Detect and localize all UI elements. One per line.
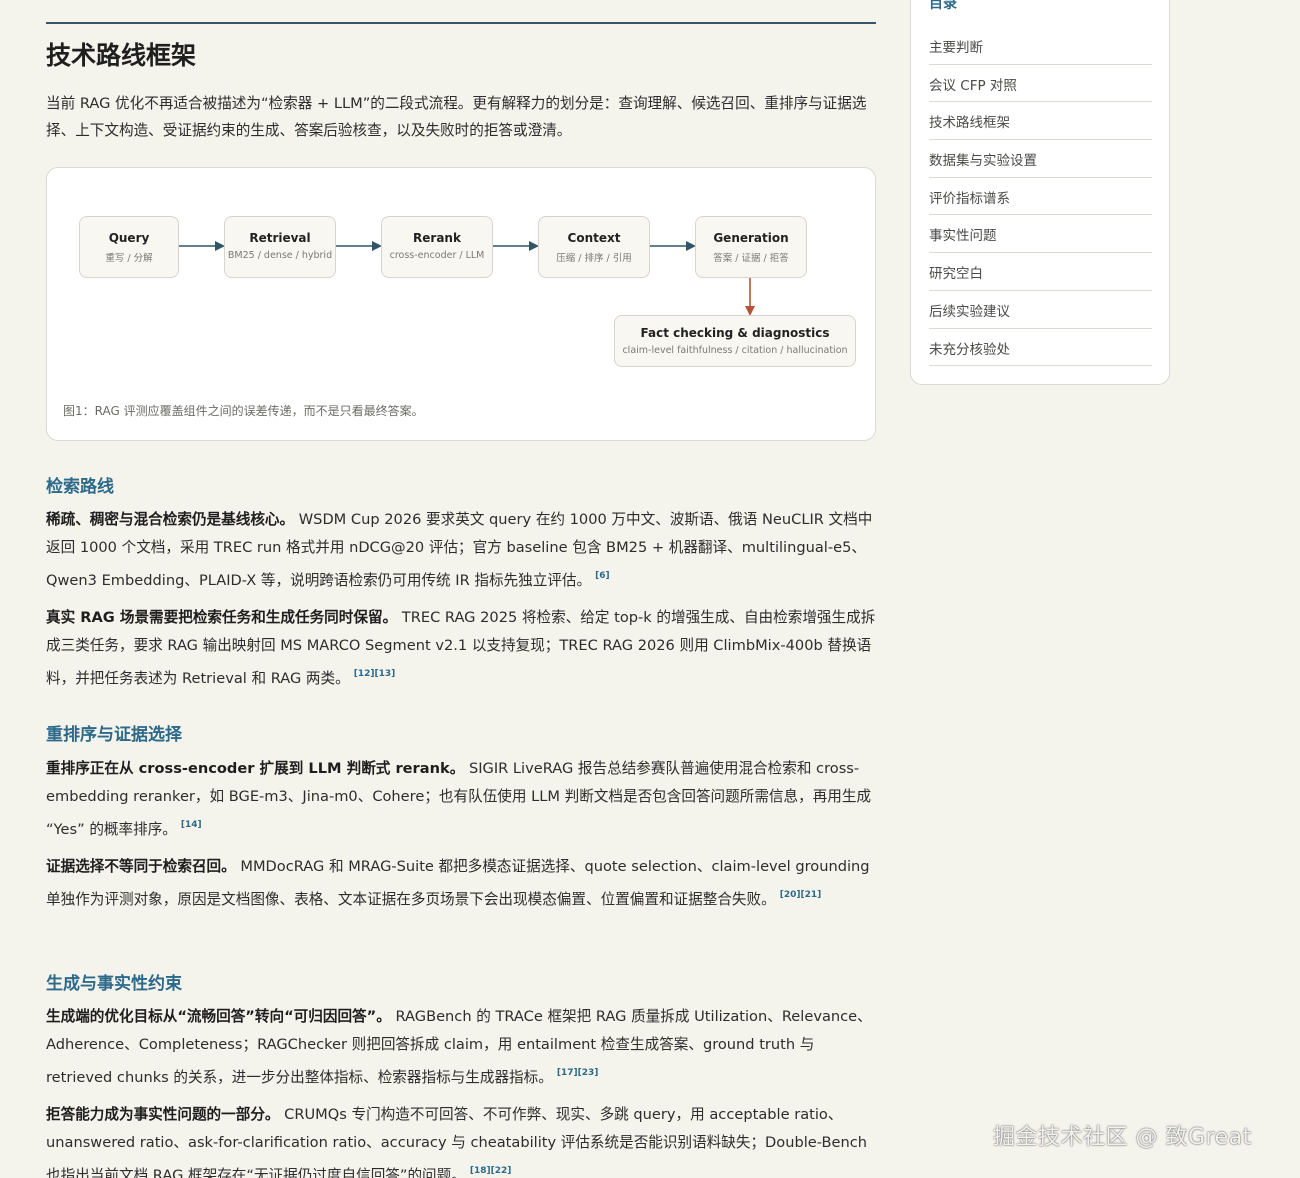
subsection-title-generation: 生成与事实性约束 bbox=[46, 974, 182, 994]
node-title: Query bbox=[108, 231, 150, 245]
node-subtitle: cross-encoder / LLM bbox=[389, 250, 485, 261]
node-subtitle: 压缩 / 排序 / 引用 bbox=[556, 253, 632, 264]
node-title: Context bbox=[567, 231, 621, 245]
toc-title: 目录 bbox=[929, 0, 957, 12]
node-subtitle: BM25 / dense / hybrid bbox=[227, 250, 333, 261]
pipeline-arrows bbox=[179, 241, 755, 316]
toc-item[interactable]: 主要判断 bbox=[929, 27, 1152, 65]
citation-link[interactable]: [18][22] bbox=[470, 1166, 512, 1176]
node-subtitle: 重写 / 分解 bbox=[105, 253, 153, 264]
node-title: Rerank bbox=[413, 231, 461, 245]
section-intro: 当前 RAG 优化不再适合被描述为“检索器 + LLM”的二段式流程。更有解释力… bbox=[46, 95, 867, 139]
node-title: Generation bbox=[713, 231, 789, 245]
paragraph-lead: 证据选择不等同于检索召回。 bbox=[46, 858, 236, 875]
node-rerank: Rerank cross-encoder / LLM bbox=[381, 216, 493, 278]
paragraph: 拒答能力成为事实性问题的一部分。 CRUMQs 专门构造不可回答、不可作弊、现实… bbox=[46, 1101, 876, 1178]
toc-list: 主要判断 会议 CFP 对照 技术路线框架 数据集与实验设置 评价指标谱系 事实… bbox=[929, 27, 1152, 367]
toc-item[interactable]: 研究空白 bbox=[929, 253, 1152, 291]
section-divider bbox=[46, 22, 876, 24]
toc-item[interactable]: 评价指标谱系 bbox=[929, 178, 1152, 216]
paragraph-lead: 真实 RAG 场景需要把检索任务和生成任务同时保留。 bbox=[46, 609, 398, 626]
table-of-contents: 目录 主要判断 会议 CFP 对照 技术路线框架 数据集与实验设置 评价指标谱系… bbox=[910, 0, 1170, 385]
paragraph-lead: 生成端的优化目标从“流畅回答”转向“可归因回答”。 bbox=[46, 1008, 391, 1025]
subsection-title-rerank: 重排序与证据选择 bbox=[46, 725, 182, 745]
node-generation: Generation 答案 / 证据 / 拒答 bbox=[695, 216, 807, 278]
paragraph: 稀疏、稠密与混合检索仍是基线核心。 WSDM Cup 2026 要求英文 que… bbox=[46, 506, 876, 595]
node-fact-checking: Fact checking & diagnostics claim-level … bbox=[614, 315, 856, 367]
paragraph-lead: 拒答能力成为事实性问题的一部分。 bbox=[46, 1106, 280, 1123]
watermark: 掘金技术社区 @ 致Great bbox=[993, 1125, 1252, 1150]
toc-item[interactable]: 技术路线框架 bbox=[929, 102, 1152, 141]
figure-caption: 图1：RAG 评测应覆盖组件之间的误差传递，而不是只看最终答案。 bbox=[63, 404, 424, 418]
paragraph: 证据选择不等同于检索召回。 MMDocRAG 和 MRAG-Suite 都把多模… bbox=[46, 853, 876, 914]
citation-link[interactable]: [14] bbox=[181, 820, 202, 830]
node-title: Fact checking & diagnostics bbox=[640, 326, 830, 340]
node-subtitle: 答案 / 证据 / 拒答 bbox=[713, 253, 789, 264]
node-query: Query 重写 / 分解 bbox=[79, 216, 179, 278]
pipeline-figure: Query 重写 / 分解 Retrieval BM25 / dense / h… bbox=[46, 167, 876, 441]
paragraph: 重排序正在从 cross-encoder 扩展到 LLM 判断式 rerank。… bbox=[46, 755, 876, 844]
paragraph-lead: 稀疏、稠密与混合检索仍是基线核心。 bbox=[46, 511, 295, 528]
citation-link[interactable]: [12][13] bbox=[354, 669, 396, 679]
node-title: Retrieval bbox=[249, 231, 311, 245]
section-title: 技术路线框架 bbox=[46, 41, 197, 70]
toc-item[interactable]: 未充分核验处 bbox=[929, 329, 1152, 367]
toc-item[interactable]: 事实性问题 bbox=[929, 215, 1152, 254]
node-retrieval: Retrieval BM25 / dense / hybrid bbox=[224, 216, 336, 278]
subsection-title-retrieval: 检索路线 bbox=[46, 477, 114, 497]
paragraph-lead: 重排序正在从 cross-encoder 扩展到 LLM 判断式 rerank。 bbox=[46, 760, 465, 777]
toc-item[interactable]: 后续实验建议 bbox=[929, 291, 1152, 329]
node-subtitle: claim-level faithfulness / citation / ha… bbox=[622, 345, 848, 356]
toc-item[interactable]: 数据集与实验设置 bbox=[929, 140, 1152, 178]
toc-item[interactable]: 会议 CFP 对照 bbox=[929, 65, 1152, 103]
paragraph: 真实 RAG 场景需要把检索任务和生成任务同时保留。 TREC RAG 2025… bbox=[46, 604, 876, 693]
node-context: Context 压缩 / 排序 / 引用 bbox=[538, 216, 650, 278]
paragraph: 生成端的优化目标从“流畅回答”转向“可归因回答”。 RAGBench 的 TRA… bbox=[46, 1003, 876, 1092]
citation-link[interactable]: [6] bbox=[595, 571, 610, 581]
citation-link[interactable]: [17][23] bbox=[557, 1068, 599, 1078]
citation-link[interactable]: [20][21] bbox=[780, 890, 822, 900]
